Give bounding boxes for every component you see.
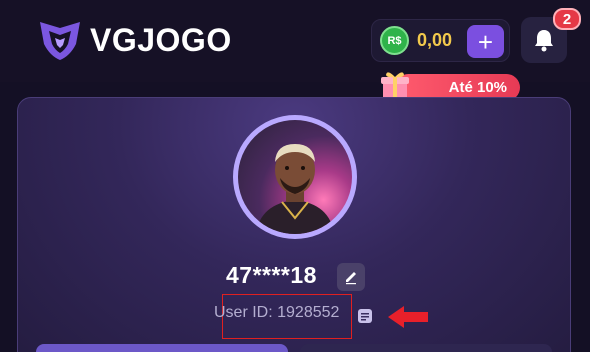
balance-amount: 0,00 — [417, 30, 453, 50]
tab-right[interactable] — [300, 344, 552, 352]
bell-icon — [535, 30, 553, 52]
currency-coin-icon: R$ — [380, 26, 409, 55]
deposit-button[interactable]: + — [467, 25, 504, 58]
left-arrow-annotation-icon — [388, 306, 428, 328]
notification-count-badge: 2 — [553, 8, 581, 30]
username: 47****18 — [226, 262, 317, 288]
avatar-image — [238, 120, 352, 234]
brand-logo[interactable]: VGJOGO — [36, 18, 232, 62]
tab-left[interactable] — [36, 344, 288, 352]
avatar[interactable] — [233, 115, 357, 239]
pencil-icon — [346, 272, 356, 285]
brand-name: VGJOGO — [90, 21, 232, 58]
user-id-label: User ID: 1928552 — [214, 304, 340, 321]
shield-logo-icon — [40, 22, 80, 60]
edit-username-button[interactable] — [337, 263, 365, 291]
user-portrait-icon — [256, 144, 334, 234]
copy-icon[interactable] — [356, 307, 374, 325]
balance-widget[interactable]: R$ 0,00 + — [371, 19, 510, 62]
